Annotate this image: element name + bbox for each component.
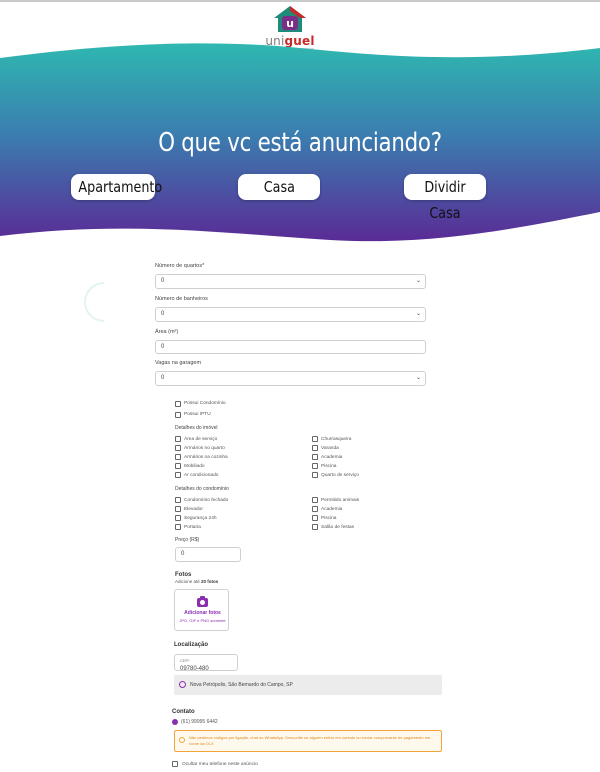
condo-detail-label: Elevador: [184, 507, 203, 512]
property-detail-label: Armários na cozinha: [184, 455, 228, 460]
condo-detail-checkbox[interactable]: [175, 524, 181, 530]
condo-detail-label: Condomínio fechado: [184, 498, 229, 503]
iptu-label: Possui IPTU: [184, 412, 211, 417]
condo-details-title: Detalhes do condomínio: [175, 486, 229, 492]
bathrooms-select[interactable]: 0 ⌄: [155, 307, 426, 322]
condo-detail-checkbox[interactable]: [175, 515, 181, 521]
condo-detail-label: Academia: [321, 507, 343, 512]
property-detail-label: Ar condicionado: [184, 473, 219, 478]
condo-detail-checkbox[interactable]: [175, 506, 181, 512]
property-detail-label: Academia: [321, 455, 343, 460]
property-details-title: Detalhes do imóvel: [175, 425, 218, 431]
photos-title: Fotos: [175, 572, 192, 578]
option-casa-button[interactable]: Casa: [238, 174, 320, 200]
condo-detail-label: Piscina: [321, 516, 337, 521]
property-detail-checkbox[interactable]: [312, 445, 318, 451]
property-detail-checkbox[interactable]: [175, 463, 181, 469]
svg-text:u: u: [286, 17, 294, 30]
property-detail-label: Quarto de serviço: [321, 473, 359, 478]
property-detail-checkbox[interactable]: [312, 463, 318, 469]
condo-detail-checkbox[interactable]: [312, 524, 318, 530]
property-detail-label: Mobiliado: [184, 464, 205, 469]
area-input[interactable]: 0: [155, 340, 426, 354]
option-apartamento-button[interactable]: Apartamento: [71, 174, 162, 200]
hero-banner: O que vc está anunciando? Apartamento Ca…: [0, 40, 600, 250]
hide-phone-checkbox[interactable]: [172, 761, 178, 767]
warning-text: Não pedimos códigos por ligação, chat ou…: [189, 735, 431, 746]
top-border: [0, 0, 600, 2]
property-detail-label: Piscina: [321, 464, 337, 469]
location-pin-icon: [179, 681, 186, 688]
property-detail-label: Churrasqueira: [321, 437, 352, 442]
price-input[interactable]: 0: [175, 547, 241, 562]
phone-number: (61) 99995 6442: [181, 719, 218, 725]
property-detail-label: Área de serviço: [184, 437, 218, 442]
photos-hint: Adicione até 20 fotos: [175, 579, 219, 584]
condo-detail-checkbox[interactable]: [175, 497, 181, 503]
condominio-label: Possui Condomínio: [184, 401, 226, 406]
house-logo-icon: u: [274, 6, 306, 32]
condo-detail-label: Portaria: [184, 525, 201, 530]
property-detail-checkbox[interactable]: [312, 436, 318, 442]
area-label: Área (m²): [155, 329, 179, 335]
option-dividir-casa-button[interactable]: Dividir Casa: [404, 174, 486, 222]
cep-input[interactable]: CEP* 09780-480: [174, 654, 238, 672]
chevron-down-icon: ⌄: [415, 311, 421, 317]
location-title: Localização: [174, 642, 209, 648]
condo-detail-checkbox[interactable]: [312, 506, 318, 512]
photo-formats-label: JPG, GIF e PNG somente: [179, 618, 226, 623]
property-detail-label: Armários no quarto: [184, 446, 225, 451]
bedrooms-select[interactable]: 0 ⌄: [155, 274, 426, 289]
garage-label: Vagas na garagem: [155, 360, 202, 366]
condo-detail-label: Segurança 24h: [184, 516, 217, 521]
garage-select[interactable]: 0 ⌄: [155, 371, 426, 386]
property-detail-checkbox[interactable]: [175, 472, 181, 478]
scam-warning: Não pedimos códigos por ligação, chat ou…: [174, 730, 442, 752]
add-photos-label: Adicionar fotos: [184, 610, 221, 616]
price-label: Preço (R$): [175, 537, 200, 543]
condo-detail-checkbox[interactable]: [312, 515, 318, 521]
condo-detail-label: Permitido animais: [321, 498, 360, 503]
property-detail-checkbox[interactable]: [312, 454, 318, 460]
property-detail-checkbox[interactable]: [175, 445, 181, 451]
decorative-circle: [84, 282, 104, 322]
address-text: Nova Petrópolis, São Bernardo do Campo, …: [190, 682, 293, 688]
property-detail-checkbox[interactable]: [175, 454, 181, 460]
chevron-down-icon: ⌄: [415, 278, 421, 284]
warning-icon: [179, 737, 185, 743]
iptu-checkbox[interactable]: [175, 412, 181, 418]
cep-label: CEP*: [180, 658, 190, 663]
address-box: Nova Petrópolis, São Bernardo do Campo, …: [174, 675, 442, 695]
phone-icon: [172, 719, 178, 725]
contact-title: Contato: [172, 709, 195, 715]
property-detail-label: Varanda: [321, 446, 339, 451]
hide-phone-label: Ocultar meu telefone neste anúncio: [182, 762, 258, 767]
cep-value: 09780-480: [180, 666, 209, 672]
bedrooms-label: Número de quartos*: [155, 263, 205, 269]
property-detail-checkbox[interactable]: [312, 472, 318, 478]
property-detail-checkbox[interactable]: [175, 436, 181, 442]
bathrooms-label: Número de banheiros: [155, 296, 208, 302]
condo-detail-label: Salão de festas: [321, 525, 355, 530]
condo-detail-checkbox[interactable]: [312, 497, 318, 503]
hero-title: O que vc está anunciando?: [158, 128, 442, 158]
condominio-checkbox[interactable]: [175, 401, 181, 407]
add-photos-button[interactable]: Adicionar fotos JPG, GIF e PNG somente: [174, 589, 229, 631]
chevron-down-icon: ⌄: [415, 375, 421, 381]
camera-icon: [197, 596, 208, 607]
